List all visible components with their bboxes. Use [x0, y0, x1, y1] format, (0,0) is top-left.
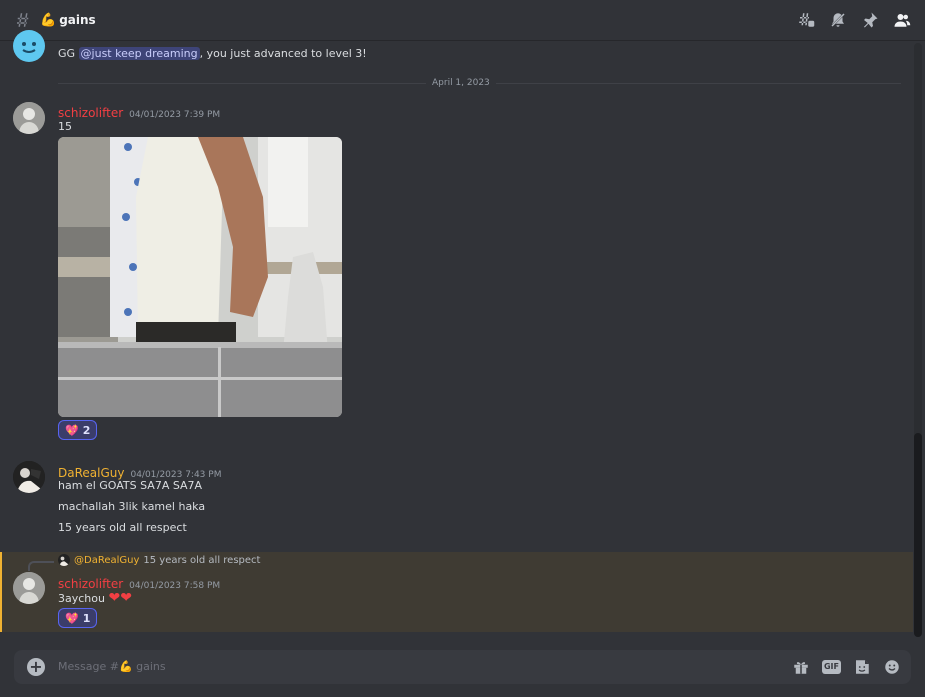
- message-text: 3aychou ❤❤: [58, 590, 132, 606]
- author-name[interactable]: schizolifter: [58, 106, 123, 120]
- avatar-schizolifter[interactable]: [13, 102, 45, 134]
- person-silhouette-icon: [13, 102, 45, 134]
- message-text: machallah 3lik kamel haka: [58, 500, 206, 513]
- placeholder-emoji: 💪: [118, 660, 133, 673]
- date-divider-label: April 1, 2023: [426, 78, 496, 88]
- channel-emoji: 💪: [40, 12, 57, 28]
- reaction-heart[interactable]: 💖 1: [58, 608, 98, 628]
- red-heart-emoji: ❤❤: [108, 590, 132, 606]
- message-header: schizolifter 04/01/2023 7:39 PM: [58, 102, 220, 121]
- placeholder-prefix: Message #: [58, 660, 119, 673]
- user-mention[interactable]: @just keep dreaming: [78, 47, 200, 60]
- profile-photo-icon: [13, 461, 45, 493]
- sticker-icon[interactable]: [853, 658, 871, 676]
- message-composer[interactable]: + Message #💪 gains GIF: [14, 650, 911, 684]
- avatar-schizolifter[interactable]: [13, 572, 45, 604]
- gift-icon[interactable]: [792, 658, 810, 676]
- emoji-picker-icon[interactable]: [883, 658, 901, 676]
- composer-tools: GIF: [792, 658, 901, 676]
- message-text: 15 years old all respect: [58, 521, 187, 534]
- timestamp: 04/01/2023 7:39 PM: [129, 110, 221, 120]
- image-attachment[interactable]: [58, 137, 342, 417]
- placeholder-channel: gains: [132, 660, 166, 673]
- timestamp: 04/01/2023 7:58 PM: [129, 581, 221, 591]
- reaction-count: 2: [82, 423, 91, 437]
- member-list-icon[interactable]: [893, 11, 911, 29]
- message-text: 15: [58, 120, 72, 133]
- author-name[interactable]: DaRealGuy: [58, 466, 124, 480]
- sparkling-heart-icon: 💖: [65, 423, 79, 437]
- mute-bell-icon[interactable]: [829, 11, 847, 29]
- reaction-heart[interactable]: 💖 2: [58, 420, 98, 440]
- threads-hash-icon: [17, 13, 29, 27]
- reply-author[interactable]: @DaRealGuy: [74, 555, 139, 566]
- levelup-text-end: , you just advanced to level 3!: [199, 47, 367, 60]
- avatar-darealguy[interactable]: [13, 461, 45, 493]
- person-silhouette-icon: [13, 572, 45, 604]
- reply-text: 15 years old all respect: [143, 554, 261, 566]
- sparkling-heart-icon: 💖: [65, 611, 79, 625]
- message-input[interactable]: Message #💪 gains: [58, 660, 166, 673]
- bot-avatar[interactable]: [13, 30, 45, 62]
- bot-face-icon: [22, 42, 36, 53]
- levelup-message: GG @just keep dreaming, you just advance…: [58, 47, 367, 60]
- scrollbar-thumb[interactable]: [914, 433, 922, 637]
- channel-header: 💪 gains: [0, 0, 925, 41]
- pin-icon[interactable]: [861, 11, 879, 29]
- threads-icon[interactable]: [797, 11, 815, 29]
- header-toolbar: [797, 11, 911, 29]
- channel-name: gains: [59, 13, 96, 27]
- reaction-count: 1: [82, 611, 91, 625]
- gif-button[interactable]: GIF: [821, 660, 841, 674]
- message-text: ham el GOATS SA7A SA7A: [58, 479, 203, 492]
- upload-plus-button[interactable]: +: [27, 658, 45, 676]
- reply-connector: [28, 561, 54, 571]
- message-text-body: 3aychou: [58, 592, 105, 605]
- photo-image: [58, 137, 342, 417]
- author-name[interactable]: schizolifter: [58, 577, 123, 591]
- reply-preview[interactable]: @DaRealGuy 15 years old all respect: [58, 554, 260, 566]
- reply-avatar-icon: [58, 554, 70, 566]
- levelup-text-start: GG: [58, 47, 79, 60]
